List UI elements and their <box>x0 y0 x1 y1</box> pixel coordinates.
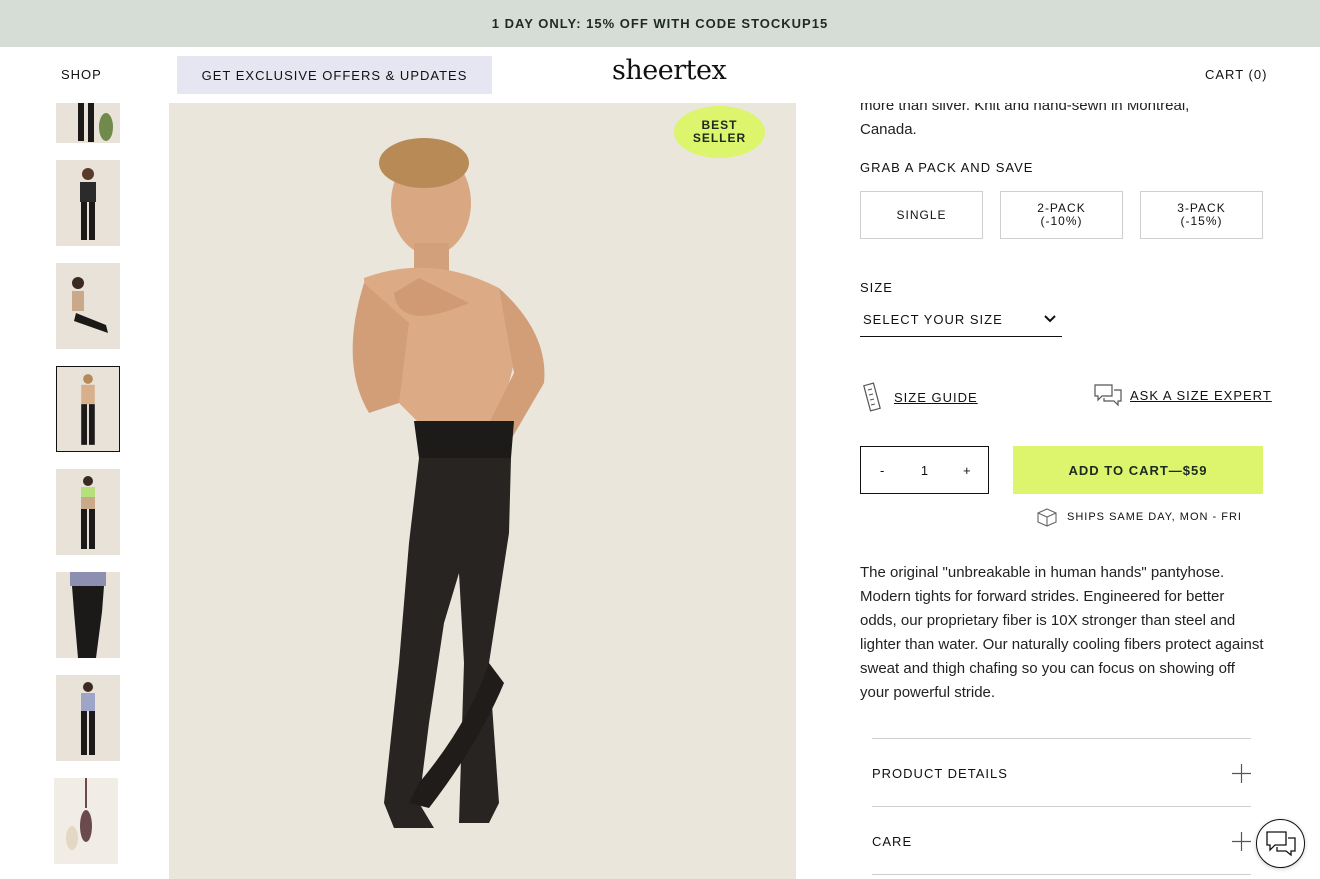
thumbnail-3[interactable] <box>56 263 120 349</box>
accordion-care[interactable]: CARE <box>872 806 1251 875</box>
quantity-increase-button[interactable]: + <box>952 463 982 478</box>
quantity-stepper: - 1 + <box>860 446 989 494</box>
nav-shop-link[interactable]: SHOP <box>61 67 102 82</box>
exclusive-offers-button[interactable]: GET EXCLUSIVE OFFERS & UPDATES <box>177 56 492 94</box>
thumbnail-6[interactable] <box>56 572 120 658</box>
pack-discount: (-15%) <box>1180 214 1223 228</box>
main-product-image[interactable] <box>169 103 796 879</box>
pack-option-3-pack[interactable]: 3-PACK (-15%) <box>1140 191 1263 239</box>
size-guide-link[interactable]: SIZE GUIDE <box>862 382 978 412</box>
quantity-value[interactable]: 1 <box>909 463 939 478</box>
chevron-down-icon <box>1044 315 1056 323</box>
site-header: SHOP GET EXCLUSIVE OFFERS & UPDATES shee… <box>0 47 1320 103</box>
best-seller-badge: BEST SELLER <box>674 106 765 158</box>
ask-size-expert-link[interactable]: ASK A SIZE EXPERT <box>1092 382 1272 408</box>
pack-discount: (-10%) <box>1040 214 1083 228</box>
shipping-info: SHIPS SAME DAY, MON - FRI <box>1036 507 1242 527</box>
pack-option-2-pack[interactable]: 2-PACK (-10%) <box>1000 191 1123 239</box>
thumbnail-2[interactable] <box>56 160 120 246</box>
chat-button[interactable] <box>1256 819 1305 868</box>
add-to-cart-button[interactable]: ADD TO CART—$59 <box>1013 446 1263 494</box>
pack-section-title: GRAB A PACK AND SAVE <box>860 160 1034 175</box>
cart-link[interactable]: CART (0) <box>1205 67 1267 82</box>
chat-bubbles-icon <box>1094 384 1122 407</box>
shipping-text: SHIPS SAME DAY, MON - FRI <box>1067 511 1242 523</box>
badge-line-2: SELLER <box>692 131 747 145</box>
size-select-value: SELECT YOUR SIZE <box>863 312 1003 327</box>
quantity-decrease-button[interactable]: - <box>867 463 897 478</box>
accordion-label: PRODUCT DETAILS <box>872 765 1008 781</box>
pack-label: SINGLE <box>896 207 947 222</box>
plus-icon <box>1232 832 1251 851</box>
sheertex-logo[interactable]: sheertex <box>612 55 727 86</box>
thumbnail-5[interactable] <box>56 469 120 555</box>
thumbnail-8[interactable] <box>54 778 118 864</box>
promo-text: 1 DAY ONLY: 15% OFF WITH CODE STOCKUP15 <box>491 16 829 31</box>
accordion-label: CARE <box>872 833 913 849</box>
accordion-divider <box>872 874 1251 875</box>
product-description: The original "unbreakable in human hands… <box>860 564 1264 701</box>
box-icon <box>1037 508 1057 527</box>
pack-option-single[interactable]: SINGLE <box>860 191 983 239</box>
ruler-icon <box>863 382 881 412</box>
size-guide-text: SIZE GUIDE <box>894 389 978 405</box>
plus-icon <box>1232 764 1251 783</box>
accordion-product-details[interactable]: PRODUCT DETAILS <box>872 738 1251 807</box>
size-select[interactable]: SELECT YOUR SIZE <box>860 306 1062 337</box>
thumbnail-4-active[interactable] <box>56 366 120 452</box>
size-label: SIZE <box>860 280 893 295</box>
promo-bar: 1 DAY ONLY: 15% OFF WITH CODE STOCKUP15 <box>0 0 1320 47</box>
thumbnail-7[interactable] <box>56 675 120 761</box>
chat-icon <box>1265 830 1296 856</box>
size-expert-text: ASK A SIZE EXPERT <box>1130 387 1272 403</box>
